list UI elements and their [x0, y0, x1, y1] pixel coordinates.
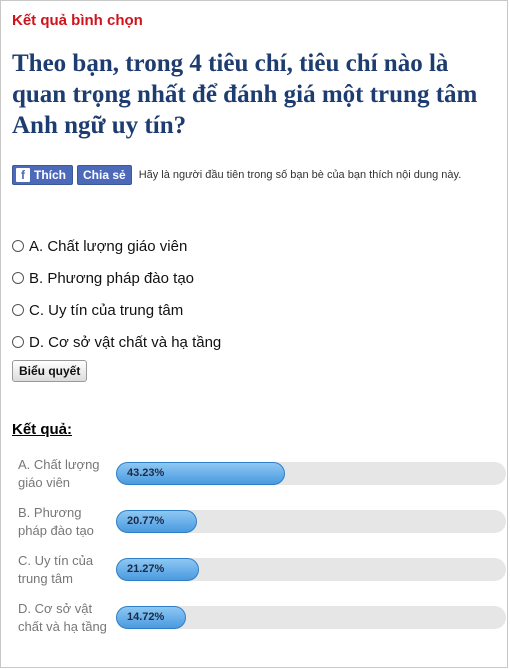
poll-header-title: Kết quả bình chọn	[12, 12, 143, 29]
share-label: Chia sẻ	[83, 168, 126, 182]
social-bar: f Thích Chia sẻ Hãy là người đầu tiên tr…	[12, 164, 461, 186]
radio-icon[interactable]	[12, 240, 24, 252]
result-bar-track: 14.72%	[116, 606, 506, 629]
result-percent: 14.72%	[127, 611, 165, 623]
option-c[interactable]: C. Uy tín của trung tâm	[12, 294, 221, 326]
result-percent: 43.23%	[127, 467, 165, 479]
result-bar-fill: 20.77%	[116, 510, 197, 533]
result-bar-track: 20.77%	[116, 510, 506, 533]
result-percent: 21.27%	[127, 563, 165, 575]
like-label: Thích	[34, 168, 66, 182]
option-b[interactable]: B. Phương pháp đào tạo	[12, 262, 221, 294]
option-d[interactable]: D. Cơ sở vật chất và hạ tầng	[12, 326, 221, 358]
option-label: D. Cơ sở vật chất và hạ tầng	[29, 333, 222, 351]
result-row-a: A. Chất lượng giáo viên 43.23%	[18, 456, 508, 500]
radio-icon[interactable]	[12, 272, 24, 284]
poll-question: Theo bạn, trong 4 tiêu chí, tiêu chí nào…	[12, 50, 478, 139]
results-title: Kết quả:	[12, 421, 72, 438]
radio-icon[interactable]	[12, 304, 24, 316]
poll-options: A. Chất lượng giáo viên B. Phương pháp đ…	[12, 230, 221, 358]
facebook-share-button[interactable]: Chia sẻ	[77, 165, 132, 185]
result-label: C. Uy tín của trung tâm	[18, 553, 94, 586]
result-row-d: D. Cơ sở vật chất và hạ tầng 14.72%	[18, 600, 508, 644]
facebook-icon: f	[16, 168, 30, 182]
result-bar-track: 43.23%	[116, 462, 506, 485]
option-label: B. Phương pháp đào tạo	[29, 269, 194, 287]
result-bar-track: 21.27%	[116, 558, 506, 581]
result-row-c: C. Uy tín của trung tâm 21.27%	[18, 552, 508, 596]
option-a[interactable]: A. Chất lượng giáo viên	[12, 230, 221, 262]
option-label: C. Uy tín của trung tâm	[29, 301, 184, 319]
result-bar-fill: 14.72%	[116, 606, 186, 629]
facebook-like-button[interactable]: f Thích	[12, 165, 73, 185]
radio-icon[interactable]	[12, 336, 24, 348]
result-bar-fill: 43.23%	[116, 462, 285, 485]
result-label: B. Phương pháp đào tạo	[18, 505, 94, 538]
result-percent: 20.77%	[127, 515, 165, 527]
result-row-b: B. Phương pháp đào tạo 20.77%	[18, 504, 508, 548]
result-label: D. Cơ sở vật chất và hạ tầng	[18, 601, 107, 634]
option-label: A. Chất lượng giáo viên	[29, 237, 188, 255]
social-prompt: Hãy là người đầu tiên trong số bạn bè củ…	[138, 169, 462, 181]
result-bar-fill: 21.27%	[116, 558, 199, 581]
result-label: A. Chất lượng giáo viên	[18, 457, 100, 490]
vote-button[interactable]: Biểu quyết	[12, 360, 88, 382]
